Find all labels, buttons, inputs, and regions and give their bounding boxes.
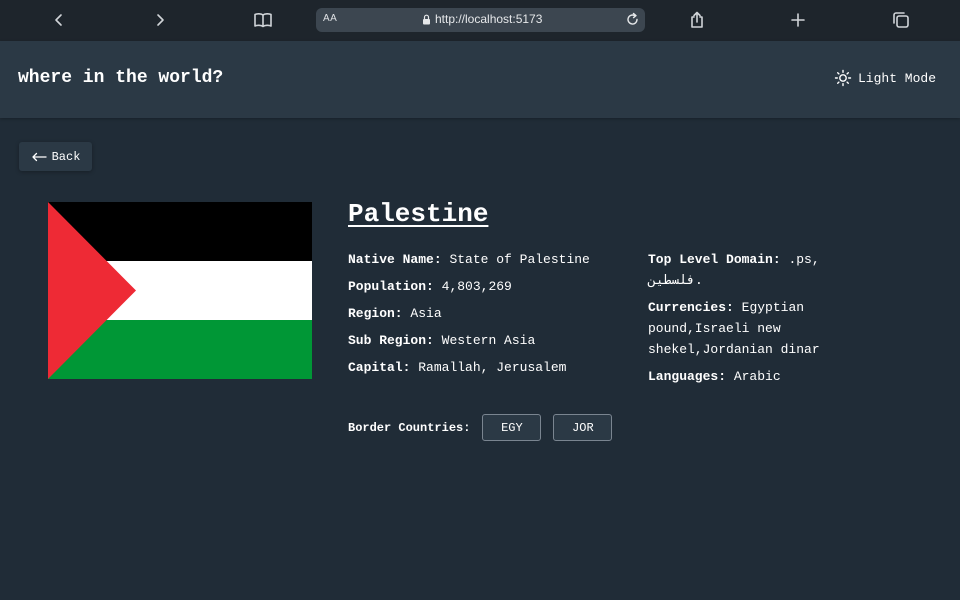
chevron-right-icon [157,14,164,26]
border-countries-label: Border Countries: [348,420,471,435]
border-country-egy[interactable]: EGY [482,414,542,441]
mode-toggle-label: Light Mode [858,70,937,86]
app-title: where in the world? [18,68,224,88]
back-button-label: Back [51,149,81,164]
capital-value: Ramallah, Jerusalem [418,360,567,375]
share-icon [691,11,703,28]
border-countries: Border Countries: EGY JOR [348,414,624,441]
book-icon [254,13,272,28]
country-name: Palestine [348,199,489,229]
forward-nav-button[interactable] [147,8,173,32]
languages-row: Languages: Arabic [648,366,848,387]
border-country-jor[interactable]: JOR [553,414,613,441]
sun-icon [834,69,852,87]
details-primary: Native Name: State of Palestine Populati… [348,249,638,384]
region-row: Region: Asia [348,303,638,324]
address-bar[interactable]: AA http://localhost:5173 [316,8,645,32]
top-level-domain-label: Top Level Domain: [648,252,781,267]
currencies-label: Currencies: [648,300,734,315]
arrow-left-icon [31,152,47,161]
url-text: http://localhost:5173 [435,12,543,26]
app-header: where in the world? Light Mode [0,41,960,118]
tabs-icon [893,12,909,28]
sub-region-label: Sub Region: [348,333,434,348]
population-row: Population: 4,803,269 [348,276,638,297]
details-secondary: Top Level Domain: .ps, فلسطين. Currencie… [648,249,848,393]
native-name-row: Native Name: State of Palestine [348,249,638,270]
back-button[interactable]: Back [19,142,92,171]
languages-label: Languages: [648,369,727,384]
sub-region-row: Sub Region: Western Asia [348,330,638,351]
native-name-label: Native Name: [348,252,442,267]
reader-aa-label[interactable]: AA [323,13,337,24]
region-value: Asia [410,306,442,321]
new-tab-button[interactable] [785,8,811,32]
reload-icon[interactable] [625,12,640,27]
tabs-overview-button[interactable] [888,8,914,32]
currencies-row: Currencies: Egyptian pound,Israeli new s… [648,297,848,360]
capital-label: Capital: [348,360,411,375]
plus-icon [791,13,805,27]
share-button[interactable] [684,8,710,32]
population-value: 4,803,269 [441,279,512,294]
reader-button[interactable] [250,8,276,32]
region-label: Region: [348,306,403,321]
light-mode-toggle[interactable]: Light Mode [834,69,936,87]
capital-row: Capital: Ramallah, Jerusalem [348,357,638,378]
top-level-domain-row: Top Level Domain: .ps, فلسطين. [648,249,848,291]
population-label: Population: [348,279,434,294]
lock-icon [423,14,430,25]
native-name-value: State of Palestine [449,252,590,267]
browser-toolbar: AA http://localhost:5173 [0,0,960,41]
country-flag [48,202,312,379]
languages-value: Arabic [733,369,781,384]
sub-region-value: Western Asia [441,333,536,348]
back-nav-button[interactable] [46,8,72,32]
chevron-left-icon [55,14,62,26]
